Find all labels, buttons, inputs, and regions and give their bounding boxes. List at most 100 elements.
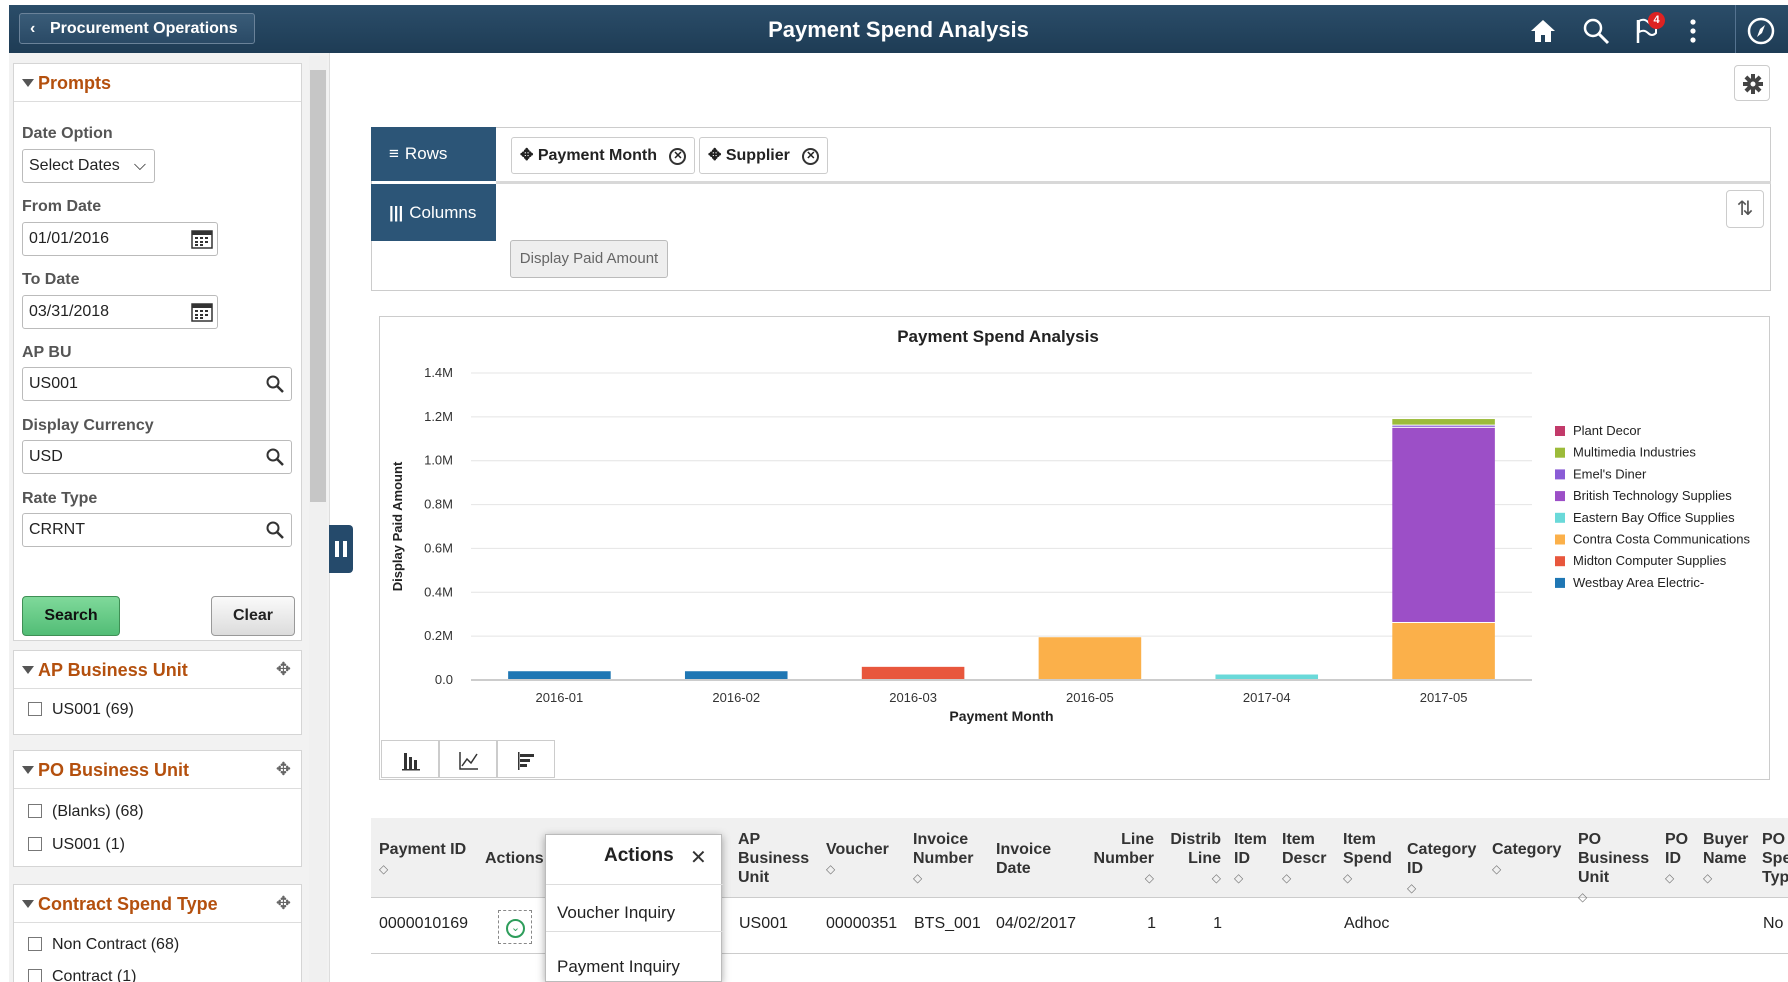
move-icon[interactable]: ✥ (276, 893, 291, 914)
facet-header[interactable]: AP Business Unit ✥ (14, 651, 301, 689)
facet-checkbox-item[interactable]: US001 (1) (28, 836, 125, 854)
col-header-item-descr[interactable]: Item Descr ◇ (1282, 830, 1334, 888)
date-option-select[interactable]: Select Dates ⌵ (22, 149, 155, 183)
swap-sort-button[interactable]: ⇅ (1726, 190, 1764, 228)
back-button[interactable]: ‹ Procurement Operations (19, 13, 255, 44)
drag-handle-icon[interactable]: ✥ (708, 147, 721, 164)
remove-icon[interactable]: ✕ (802, 148, 820, 165)
facet-checkbox-item[interactable]: US001 (69) (28, 701, 134, 719)
sort-icon[interactable]: ◇ (1492, 862, 1501, 876)
line-chart-type-button[interactable] (439, 740, 497, 778)
checkbox[interactable] (28, 937, 42, 951)
from-date-field[interactable]: 01/01/2016 (22, 222, 218, 256)
sort-icon[interactable]: ◇ (379, 862, 388, 876)
ap-bu-label: AP BU (22, 344, 72, 361)
close-icon[interactable]: ✕ (690, 845, 707, 870)
settings-gear-button[interactable] (1734, 65, 1770, 101)
drag-handle-icon[interactable]: ✥ (520, 147, 533, 164)
col-header-item-id[interactable]: Item ID ◇ (1234, 830, 1276, 888)
sort-icon[interactable]: ◇ (1282, 871, 1291, 885)
col-header-payment-id[interactable]: Payment ID ◇ (379, 840, 466, 879)
col-header-ap-business-unit[interactable]: AP Business Unit (738, 830, 818, 887)
search-icon[interactable] (1582, 17, 1610, 45)
col-header-label: Item Spend (1343, 831, 1392, 867)
checkbox[interactable] (28, 702, 42, 716)
row-actions-button[interactable]: ⌄ (498, 910, 532, 944)
horizontal-bar-chart-icon (518, 752, 534, 770)
remove-icon[interactable]: ✕ (669, 148, 687, 165)
y-tick-label: 0.2M (424, 628, 453, 643)
notifications-flag-icon[interactable]: 4 (1634, 12, 1665, 45)
calendar-icon[interactable] (191, 302, 213, 322)
clear-button[interactable]: Clear (211, 596, 295, 636)
sort-icon[interactable]: ◇ (1212, 871, 1221, 885)
checkbox[interactable] (28, 969, 42, 982)
lookup-search-icon[interactable] (265, 520, 285, 540)
rate-type-field[interactable]: CRRNT (22, 513, 292, 547)
facet-header[interactable]: Contract Spend Type ✥ (14, 885, 301, 923)
actions-popup: Actions ✕ Voucher Inquiry Payment Inquir… (545, 834, 723, 982)
checkbox[interactable] (28, 837, 42, 851)
col-header-distrib-line[interactable]: Distrib Line ◇ (1165, 830, 1221, 888)
facet-checkbox-item[interactable]: Contract (1) (28, 968, 136, 982)
move-icon[interactable]: ✥ (276, 659, 291, 680)
popup-divider (546, 931, 723, 932)
sort-icon[interactable]: ◇ (1234, 871, 1243, 885)
calendar-icon[interactable] (191, 229, 213, 249)
sort-icon[interactable]: ◇ (1578, 890, 1587, 904)
col-header-line-number[interactable]: Line Number ◇ (1090, 830, 1154, 888)
facet-checkbox-item[interactable]: Non Contract (68) (28, 936, 179, 954)
sort-icon[interactable]: ◇ (1343, 871, 1352, 885)
lookup-search-icon[interactable] (265, 374, 285, 394)
col-header-po-id[interactable]: PO ID ◇ (1665, 830, 1699, 888)
search-button[interactable]: Search (22, 596, 120, 636)
sort-icon[interactable]: ◇ (1145, 871, 1154, 885)
legend-swatch (1555, 447, 1565, 458)
menu-item-payment-inquiry[interactable]: Payment Inquiry (557, 957, 680, 977)
col-header-po-business-unit[interactable]: PO Business Unit ◇ (1578, 830, 1658, 907)
home-icon[interactable] (1529, 17, 1557, 45)
col-header-item-spend[interactable]: Item Spend ◇ (1343, 830, 1399, 888)
row-field-chip-payment-month[interactable]: ✥ Payment Month ✕ (511, 137, 696, 174)
currency-label: Display Currency (22, 417, 154, 434)
col-header-buyer-name[interactable]: Buyer Name ◇ (1703, 830, 1755, 888)
col-header-invoice-number[interactable]: Invoice Number ◇ (913, 830, 983, 888)
col-header-label: Invoice Date (996, 841, 1052, 877)
sort-icon[interactable]: ◇ (913, 871, 922, 885)
prompts-header[interactable]: Prompts (14, 64, 301, 102)
menu-item-voucher-inquiry[interactable]: Voucher Inquiry (557, 903, 675, 923)
lookup-search-icon[interactable] (265, 447, 285, 467)
chip-label: Payment Month (537, 147, 657, 164)
columns-label: ||| Columns (371, 184, 496, 241)
facet-header[interactable]: PO Business Unit ✥ (14, 751, 301, 789)
sort-icon[interactable]: ◇ (1703, 871, 1712, 885)
bar-segment (1038, 637, 1142, 679)
sort-icon[interactable]: ◇ (826, 862, 835, 876)
navigator-compass-icon[interactable] (1747, 17, 1775, 45)
display-paid-amount-button[interactable]: Display Paid Amount (510, 240, 668, 278)
col-header-invoice-date[interactable]: Invoice Date (996, 840, 1066, 878)
bar-segment (1215, 674, 1319, 679)
rate-type-label: Rate Type (22, 490, 98, 507)
collapse-triangle-icon (22, 666, 34, 674)
row-field-chip-supplier[interactable]: ✥ Supplier ✕ (699, 137, 829, 174)
collapse-panel-tab[interactable] (329, 525, 353, 573)
col-header-po-spend-type[interactable]: PO Spend Type (1762, 830, 1788, 887)
x-tick-label: 2017-05 (1420, 690, 1468, 705)
facet-checkbox-item[interactable]: (Blanks) (68) (28, 803, 144, 821)
to-date-field[interactable]: 03/31/2018 (22, 295, 218, 329)
cell-invoice-date: 04/02/2017 (996, 915, 1077, 932)
bar-chart-type-button[interactable] (381, 740, 439, 778)
ap-bu-field[interactable]: US001 (22, 367, 292, 401)
checkbox[interactable] (28, 804, 42, 818)
move-icon[interactable]: ✥ (276, 759, 291, 780)
col-header-voucher[interactable]: Voucher ◇ (826, 840, 889, 879)
sort-icon[interactable]: ◇ (1665, 871, 1674, 885)
more-actions-icon[interactable] (1684, 17, 1702, 45)
col-header-category[interactable]: Category ◇ (1492, 840, 1561, 879)
sort-icon[interactable]: ◇ (1407, 881, 1416, 895)
scrollbar-thumb[interactable] (310, 70, 326, 502)
horizontal-bar-chart-type-button[interactable] (497, 740, 555, 778)
currency-field[interactable]: USD (22, 440, 292, 474)
col-header-category-id[interactable]: Category ID ◇ (1407, 840, 1487, 898)
